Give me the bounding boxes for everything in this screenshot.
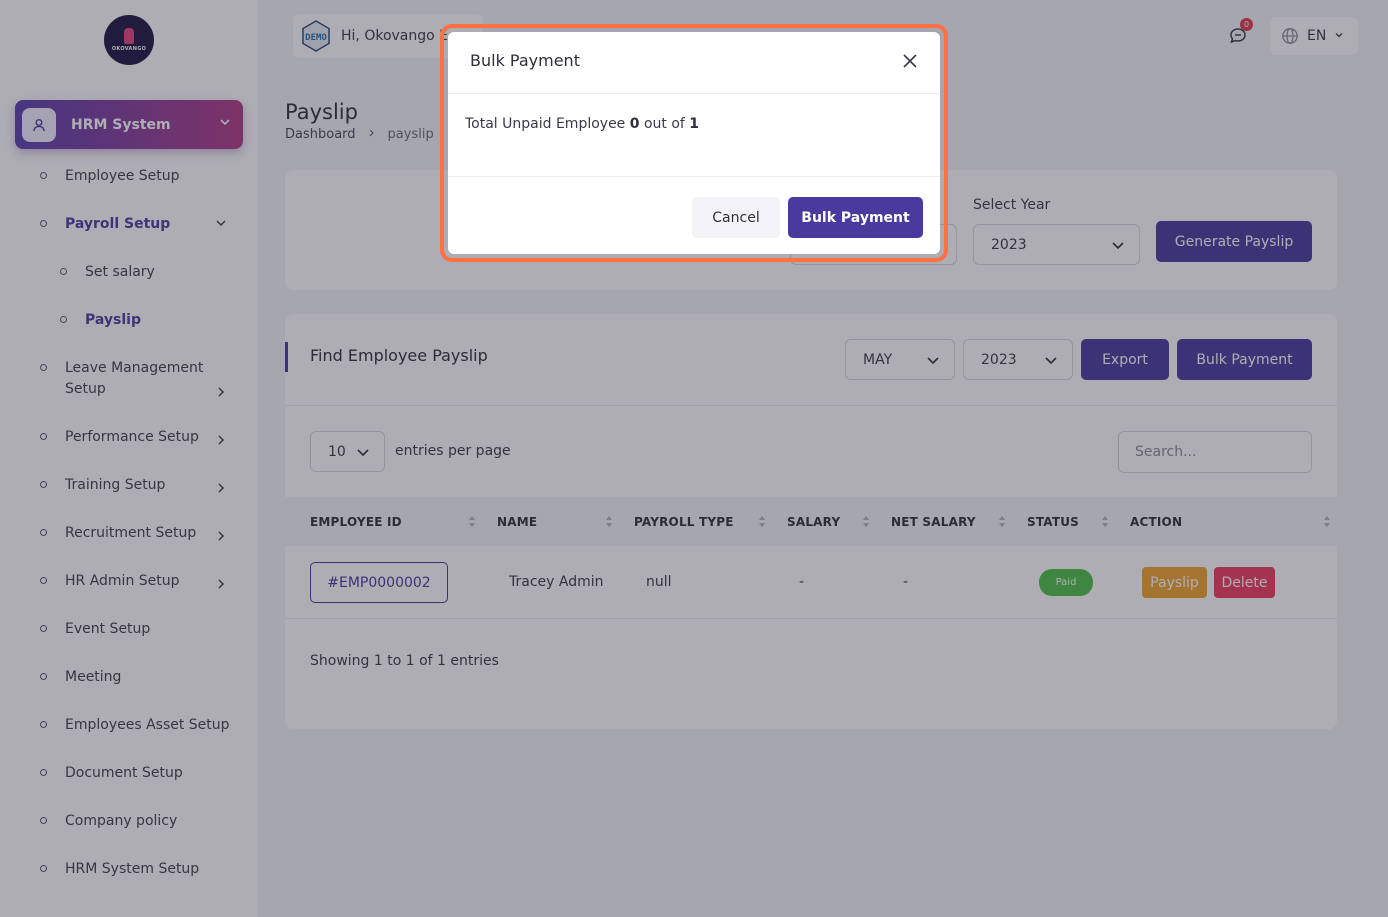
confirm-bulk-payment-button[interactable]: Bulk Payment: [788, 197, 923, 238]
modal-title: Bulk Payment: [470, 51, 580, 70]
modal-divider: [448, 176, 940, 177]
total-count: 1: [689, 116, 700, 132]
modal-divider: [448, 93, 940, 94]
modal-message-prefix: Total Unpaid Employee: [465, 116, 626, 132]
close-button[interactable]: [898, 49, 922, 73]
close-icon: [903, 54, 917, 68]
modal-message: Total Unpaid Employee 0 out of 1: [465, 116, 699, 132]
cancel-button[interactable]: Cancel: [692, 197, 780, 238]
modal-message-mid: out of: [643, 116, 685, 132]
unpaid-count: 0: [629, 116, 640, 132]
